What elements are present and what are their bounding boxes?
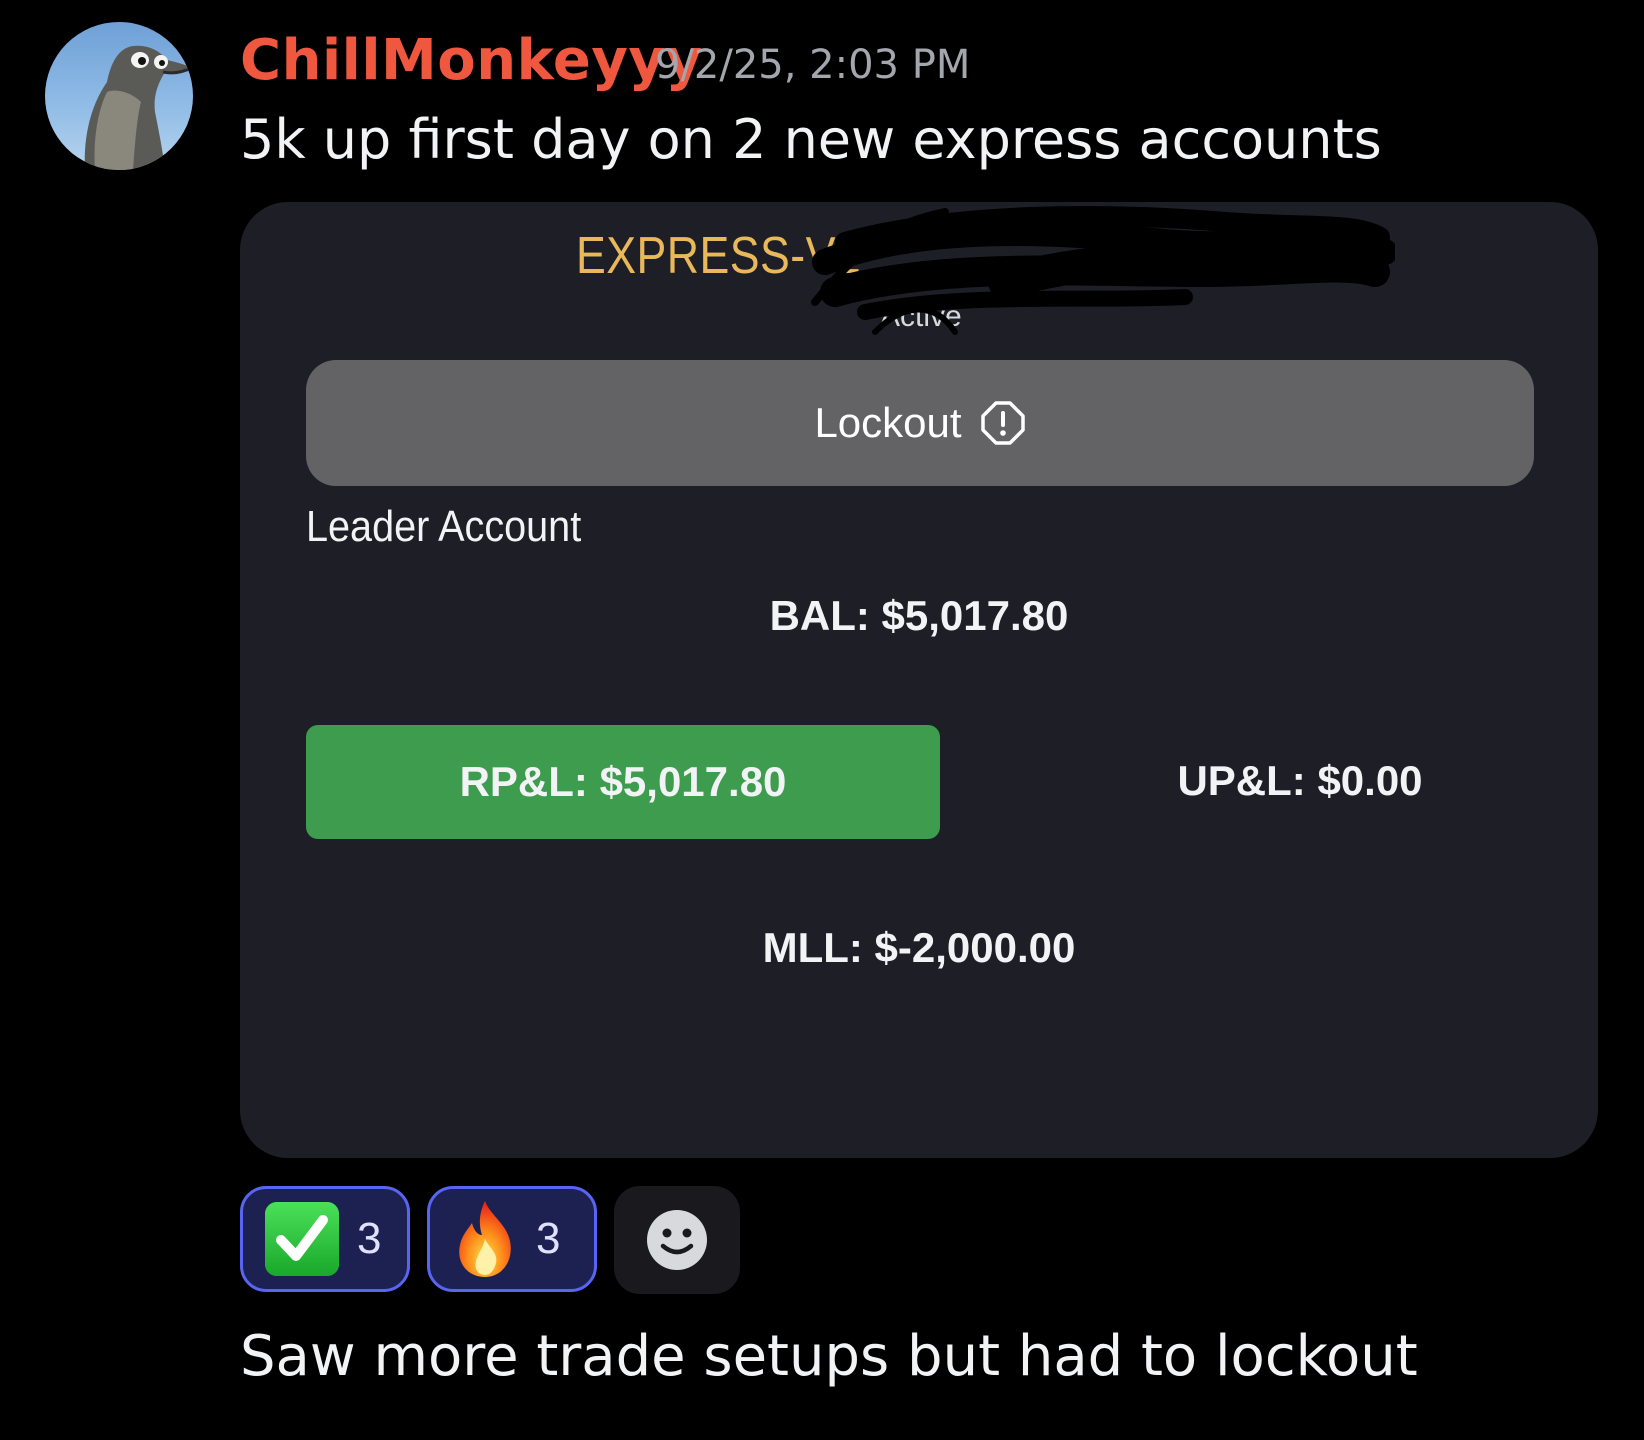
check-mark-emoji-icon	[265, 1202, 339, 1276]
message-text-followup: Saw more trade setups but had to lockout	[240, 1324, 1418, 1389]
message-text: 5k up first day on 2 new express account…	[240, 108, 1382, 171]
reaction-fire[interactable]: 3	[427, 1186, 597, 1292]
seagull-avatar-icon	[84, 45, 192, 170]
unrealized-pnl-value: UP&L: $0.00	[1177, 757, 1423, 804]
reaction-count: 3	[357, 1214, 382, 1263]
lockout-button[interactable]: Lockout	[306, 360, 1534, 486]
add-reaction-button[interactable]	[614, 1186, 740, 1294]
avatar[interactable]	[45, 22, 193, 170]
realized-pnl-badge: RP&L: $5,017.80	[306, 725, 940, 839]
leader-account-label: Leader Account	[306, 502, 582, 551]
lockout-label: Lockout	[814, 399, 962, 446]
redaction-scribble	[811, 206, 1395, 335]
reaction-count: 3	[536, 1214, 561, 1263]
info-circle-icon	[980, 400, 1026, 446]
smiley-add-reaction-icon	[647, 1210, 707, 1270]
max-loss-limit-value: MLL: $-2,000.00	[762, 924, 1076, 971]
image-attachment[interactable]: EXPRESS-V2 Active Lockout Leader Account…	[240, 202, 1598, 1158]
reaction-check-mark[interactable]: 3	[240, 1186, 410, 1292]
balance-value: BAL: $5,017.80	[769, 592, 1069, 639]
message-timestamp: 9/2/25, 2:03 PM	[655, 42, 971, 88]
fire-emoji-icon	[459, 1201, 511, 1277]
author-name[interactable]: ChillMonkeyyy	[240, 28, 702, 93]
